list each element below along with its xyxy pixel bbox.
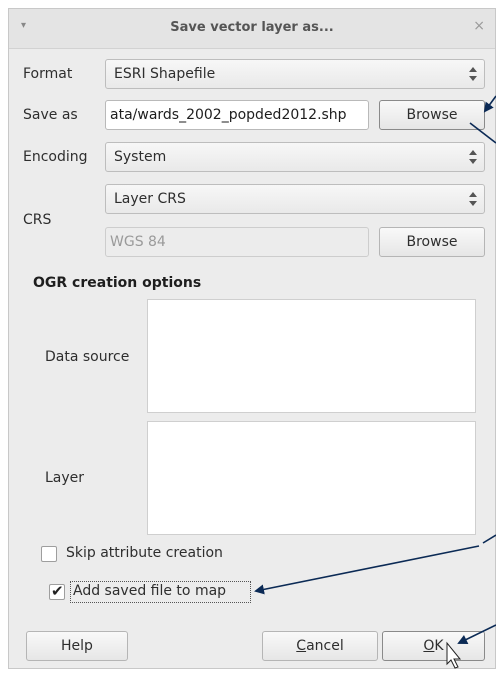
encoding-value: System [114,149,167,165]
format-value: ESRI Shapefile [114,66,216,82]
crs-mode-value: Layer CRS [114,191,186,207]
layer-textbox[interactable] [147,421,476,535]
dialog-title: Save vector layer as... [170,20,334,35]
crs-label: CRS [23,212,52,228]
crs-mode-combo[interactable]: Layer CRS [105,184,485,214]
cancel-mnemonic: C [296,638,307,654]
help-button[interactable]: Help [26,631,128,661]
combo-arrows-icon [469,190,477,208]
save-as-input[interactable]: ata/wards_2002_popded2012.shp [105,100,369,130]
add-to-map-checkbox[interactable]: ✔ [49,582,65,600]
skip-attribute-label: Skip attribute creation [66,545,223,561]
format-label: Format [23,66,73,82]
skip-attribute-checkbox[interactable] [41,546,57,562]
add-to-map-label: Add saved file to map [73,583,227,599]
browse-file-button[interactable]: Browse [379,100,485,130]
encoding-combo[interactable]: System [105,142,485,172]
cancel-label-rest: ancel [306,638,344,654]
ok-mnemonic: O [423,638,435,654]
data-source-textbox[interactable] [147,299,476,413]
layer-label: Layer [45,470,85,486]
title-bar: ▾ Save vector layer as... × [9,9,495,49]
browse-crs-button[interactable]: Browse [379,227,485,257]
check-icon: ✔ [51,582,64,600]
combo-arrows-icon [469,148,477,166]
ok-label-rest: K [434,638,444,654]
ogr-options-title: OGR creation options [33,275,202,291]
combo-arrows-icon [469,65,477,83]
crs-field: WGS 84 [105,227,369,257]
encoding-label: Encoding [23,149,88,165]
close-icon[interactable]: × [473,18,485,34]
format-combo[interactable]: ESRI Shapefile [105,59,485,89]
ok-button[interactable]: OK [382,631,485,661]
save-vector-dialog: ▾ Save vector layer as... × Format ESRI … [8,8,496,669]
cancel-button[interactable]: Cancel [262,631,378,661]
data-source-label: Data source [45,349,130,365]
save-as-label: Save as [23,107,78,123]
